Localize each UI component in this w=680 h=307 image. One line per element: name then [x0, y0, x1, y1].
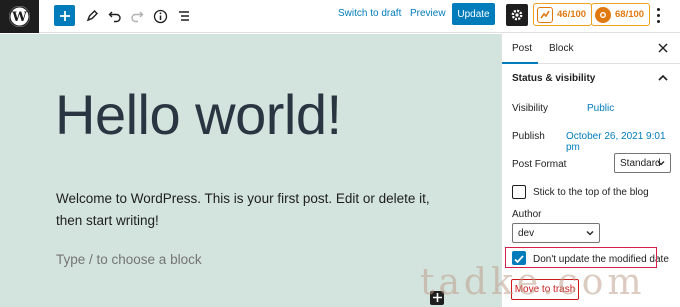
preview-link[interactable]: Preview [410, 8, 446, 19]
post-format-select[interactable]: Standard [614, 153, 671, 173]
seo-score-button[interactable]: 46/100 [533, 3, 593, 26]
svg-text:W: W [11, 10, 27, 25]
more-dot [656, 13, 660, 17]
top-toolbar: W Switch to draft Preview Update 46/100 … [0, 0, 680, 33]
undo-icon [108, 11, 121, 23]
list-view-icon [179, 11, 189, 21]
active-tab-indicator [502, 62, 538, 64]
post-format-value: Standard [620, 157, 661, 169]
wordpress-logo-icon[interactable]: W [0, 0, 39, 33]
switch-to-draft-link[interactable]: Switch to draft [338, 8, 401, 19]
pencil-icon [86, 10, 98, 22]
readability-score-value: 68/100 [615, 9, 645, 20]
post-title[interactable]: Hello world! [55, 83, 342, 147]
edit-tool-button[interactable] [82, 4, 102, 28]
seo-score-value: 46/100 [557, 9, 587, 20]
seo-chart-icon [537, 6, 553, 23]
visibility-value-link[interactable]: Public [587, 103, 614, 114]
redo-button[interactable] [127, 4, 147, 28]
publish-label: Publish [512, 131, 545, 142]
move-to-trash-button[interactable]: Move to trash [511, 279, 579, 300]
redo-icon [131, 11, 144, 23]
more-dot [656, 19, 660, 23]
author-label: Author [512, 209, 542, 220]
status-visibility-panel-title[interactable]: Status & visibility [512, 73, 595, 84]
gear-icon [511, 9, 523, 21]
author-value: dev [518, 227, 535, 239]
details-button[interactable] [150, 4, 170, 28]
paragraph-block[interactable]: Welcome to WordPress. This is your first… [56, 188, 451, 232]
close-icon [658, 43, 668, 53]
readability-icon [595, 6, 611, 23]
inline-add-block-button[interactable] [430, 291, 444, 305]
options-menu-button[interactable] [654, 6, 662, 24]
publish-date-link[interactable]: October 26, 2021 9:01 pm [566, 131, 680, 153]
sidebar-tabs: Post Block [502, 34, 680, 64]
post-format-label: Post Format [512, 159, 567, 170]
chevron-down-icon [657, 161, 665, 166]
author-select[interactable]: dev [512, 223, 600, 243]
list-view-button[interactable] [174, 4, 194, 28]
stick-to-top-label: Stick to the top of the blog [533, 187, 649, 198]
block-placeholder[interactable]: Type / to choose a block [56, 252, 202, 267]
visibility-label: Visibility [512, 103, 548, 114]
close-sidebar-button[interactable] [658, 41, 668, 56]
info-icon [153, 9, 167, 23]
editor-canvas: Hello world! Welcome to WordPress. This … [0, 34, 501, 307]
chevron-down-icon [586, 231, 594, 236]
readability-score-button[interactable]: 68/100 [591, 3, 651, 26]
undo-button[interactable] [105, 4, 125, 28]
settings-button[interactable] [506, 4, 528, 26]
chevron-up-icon[interactable] [657, 73, 669, 83]
highlight-annotation [505, 247, 657, 268]
tab-block[interactable]: Block [549, 43, 573, 54]
more-vertical-icon [656, 7, 660, 11]
add-block-button[interactable] [54, 5, 75, 26]
plus-icon [432, 293, 442, 302]
stick-to-top-checkbox[interactable] [512, 185, 526, 199]
tab-post[interactable]: Post [512, 43, 532, 54]
plus-icon [59, 10, 70, 21]
update-button[interactable]: Update [452, 3, 495, 25]
